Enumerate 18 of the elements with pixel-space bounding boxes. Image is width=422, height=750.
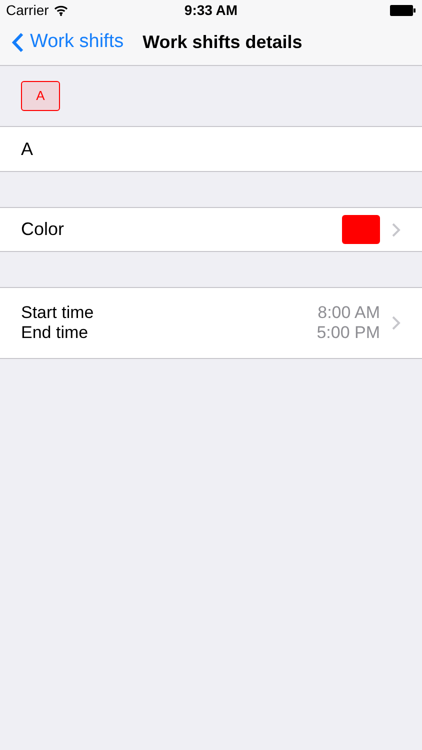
color-row[interactable]: Color [0, 207, 422, 252]
end-time-value: 5:00 PM [316, 323, 380, 343]
battery-icon [390, 4, 416, 16]
chevron-right-icon [392, 316, 401, 330]
shift-tag: A [21, 81, 60, 111]
name-field[interactable]: A [0, 126, 422, 172]
chevron-left-icon [12, 32, 24, 53]
status-time: 9:33 AM [184, 0, 238, 20]
wifi-icon [54, 4, 68, 16]
screen-title: Work shifts details [142, 31, 302, 54]
start-time-label: Start time [21, 303, 95, 323]
color-label: Color [21, 218, 66, 241]
end-time-label: End time [21, 323, 90, 343]
start-time-value: 8:00 AM [318, 303, 380, 323]
back-button[interactable]: Work shifts [12, 28, 124, 57]
chevron-right-icon [392, 222, 401, 236]
time-row[interactable]: Start time End time 8:00 AM 5:00 PM [0, 287, 422, 359]
carrier-label: Carrier [6, 0, 49, 20]
